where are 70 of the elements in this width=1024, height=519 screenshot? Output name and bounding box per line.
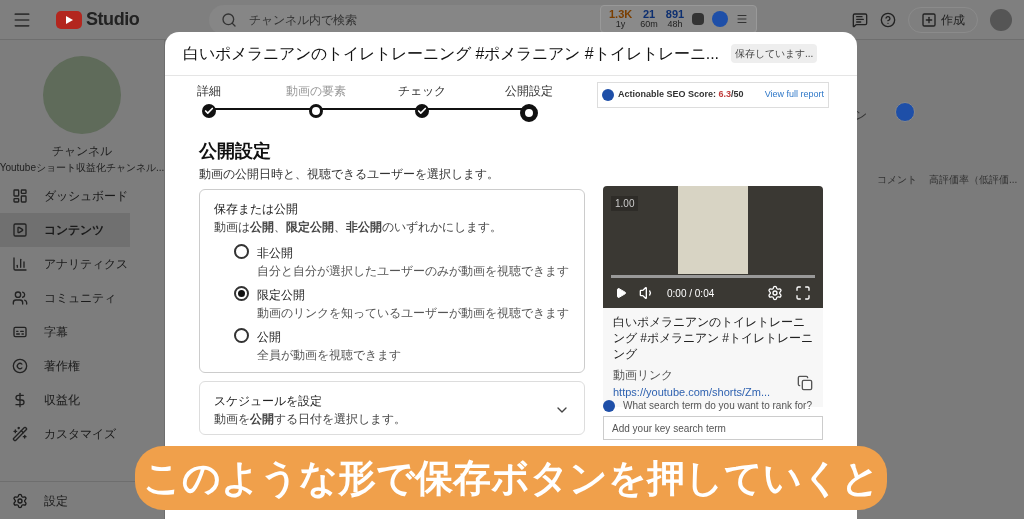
- column-header: 高評価率（低評価...: [929, 173, 1018, 187]
- video-icon: [12, 222, 28, 238]
- step-label[interactable]: チェック: [398, 82, 447, 100]
- radio-button[interactable]: [234, 286, 249, 301]
- stat-label: 48h: [667, 20, 683, 29]
- column-header: コメント: [877, 173, 917, 187]
- nav-item[interactable]: コミュニティ: [0, 281, 130, 315]
- radio-button[interactable]: [234, 244, 249, 259]
- section-description: 動画の公開日時と、視聴できるユーザーを選択します。: [199, 166, 500, 183]
- radio-button[interactable]: [234, 328, 249, 343]
- menu-icon[interactable]: [736, 13, 749, 25]
- nav-item[interactable]: 字幕: [0, 315, 130, 349]
- nav-item[interactable]: コンテンツ: [0, 213, 130, 247]
- video-link[interactable]: https://youtube.com/shorts/Zm...: [613, 384, 797, 401]
- copyright-icon: [12, 358, 28, 374]
- magic-wand-icon: [12, 426, 28, 442]
- card-title: スケジュールを設定: [214, 393, 323, 410]
- nav-item[interactable]: カスタマイズ: [0, 417, 130, 451]
- video-caption: このような形で保存ボタンを押していくと: [135, 446, 887, 510]
- search-icon: [221, 11, 238, 28]
- section-heading: 公開設定: [199, 140, 272, 163]
- fullscreen-icon[interactable]: [795, 285, 811, 301]
- option-description: 自分と自分が選択したユーザーのみが動画を視聴できます: [257, 263, 569, 280]
- option-label: 非公開: [257, 245, 294, 262]
- step-label[interactable]: 公開設定: [504, 82, 553, 100]
- step-label[interactable]: 詳細: [197, 82, 221, 100]
- stat-label: 1y: [615, 20, 626, 29]
- stat-value: 891: [665, 9, 685, 20]
- play-icon[interactable]: [615, 287, 627, 299]
- video-time: 0:00 / 0:04: [667, 286, 716, 301]
- link-label: 動画リンク: [613, 367, 674, 384]
- settings-icon[interactable]: [767, 285, 783, 301]
- card-title: 保存または公開: [214, 201, 299, 218]
- help-icon[interactable]: [880, 11, 896, 28]
- nav-item[interactable]: 著作権: [0, 349, 130, 383]
- video-title: 白いポメラニアンのトイレトレーニング #ポメラニアン #トイレトレーニング: [613, 314, 813, 362]
- saving-badge: 保存しています...: [731, 44, 818, 63]
- card-description: 動画を公開する日付を選択します。: [214, 411, 407, 428]
- nav-item[interactable]: 収益化: [0, 383, 130, 417]
- add-video-icon: [921, 11, 937, 28]
- search-term-field[interactable]: Add your key search term: [603, 416, 823, 440]
- full-report-link[interactable]: View full report: [764, 88, 824, 102]
- keyword-question: What search term do you want to rank for?: [623, 399, 812, 413]
- channel-name: チャンネル: [52, 143, 112, 160]
- settings-item[interactable]: 設定: [12, 491, 68, 510]
- settings-icon: [12, 492, 28, 509]
- option-description: 全員が動画を視聴できます: [257, 347, 401, 364]
- dialog-title: 白いポメラニアンのトイレトレーニング #ポメラニアン #トイレトレーニ...: [183, 43, 720, 64]
- option-label: 限定公開: [257, 287, 306, 304]
- logo-text: Studio: [86, 8, 140, 31]
- column-header: ン: [855, 107, 867, 124]
- copy-icon[interactable]: [797, 375, 813, 392]
- feedback-icon[interactable]: [852, 11, 868, 28]
- option-description: 動画のリンクを知っているユーザーが動画を視聴できます: [257, 305, 569, 322]
- nav-item[interactable]: ダッシュボード: [0, 179, 130, 213]
- timestamp-badge: 1.00: [611, 196, 639, 211]
- play-logo-icon: [56, 10, 82, 29]
- stat-value: 1.3K: [609, 9, 633, 20]
- stat-value: 21: [642, 9, 656, 20]
- seo-score: Actionable SEO Score: 6.3/50: [618, 88, 745, 102]
- nav-item[interactable]: アナリティクス: [0, 247, 130, 281]
- dashboard-icon: [12, 188, 28, 204]
- step-label[interactable]: 動画の要素: [285, 82, 346, 100]
- subtitles-icon: [12, 324, 28, 340]
- card-description: 動画は公開、限定公開、非公開のいずれかにします。: [214, 219, 503, 236]
- option-label: 公開: [257, 329, 282, 346]
- people-icon: [12, 290, 28, 306]
- dollar-icon: [12, 392, 28, 408]
- stat-label: 60m: [640, 20, 658, 29]
- bar-chart-icon: [12, 256, 28, 272]
